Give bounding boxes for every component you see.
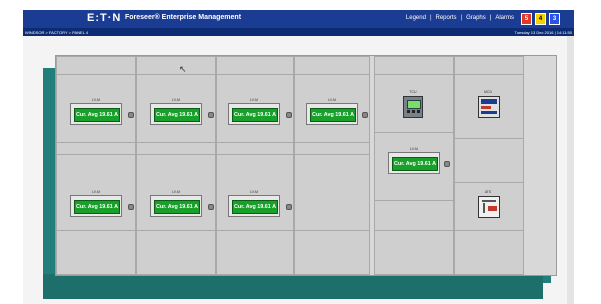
compartment-divider: [454, 182, 524, 183]
switch-icon[interactable]: [478, 196, 500, 218]
breadcrumb[interactable]: WINDSOR > FACTORY > PANEL 4: [25, 30, 88, 35]
meter-label: LV-M: [250, 98, 258, 102]
compartment-divider: [454, 138, 524, 139]
relay-button: [412, 110, 415, 113]
meter-value: Cur. Avg 19.61 A: [232, 108, 278, 122]
right-gutter: [567, 36, 574, 304]
section-3: [216, 56, 294, 275]
status-indicator[interactable]: [208, 204, 214, 210]
meter-label: LV-M: [92, 98, 100, 102]
meter-label: LV-M: [92, 190, 100, 194]
panel-header: [481, 99, 497, 104]
switch-block: [488, 206, 497, 211]
meter-value: Cur. Avg 19.61 A: [74, 108, 120, 122]
meter-display[interactable]: Cur. Avg 19.61 A: [388, 152, 440, 174]
meter-value: Cur. Avg 19.61 A: [232, 200, 278, 214]
status-indicator[interactable]: [444, 161, 450, 167]
meter-panel-icon[interactable]: [478, 96, 500, 118]
compartment-divider: [454, 230, 524, 231]
meter-value: Cur. Avg 19.61 A: [74, 200, 120, 214]
panel-bar: [481, 111, 497, 114]
status-indicator[interactable]: [286, 112, 292, 118]
meter-display[interactable]: Cur. Avg 19.61 A: [228, 103, 280, 125]
alarm-count-red[interactable]: 5: [521, 13, 532, 25]
compartment-divider: [374, 74, 524, 75]
meter-display[interactable]: Cur. Avg 19.61 A: [228, 195, 280, 217]
meter-display[interactable]: Cur. Avg 19.61 A: [306, 103, 358, 125]
meter-value: Cur. Avg 19.61 A: [154, 200, 200, 214]
section-6: [454, 56, 524, 275]
meter-label: LV-M: [328, 98, 336, 102]
app-title: Foreseer® Enterprise Management: [125, 14, 242, 21]
switch-line: [482, 200, 496, 202]
datetime: Tuesday 13 Dec 2016 | 14:11:50: [514, 30, 572, 35]
nav-graphs[interactable]: Graphs: [466, 15, 486, 21]
panel-bar: [481, 106, 491, 109]
nav-legend[interactable]: Legend: [406, 15, 426, 21]
meter-value: Cur. Avg 19.61 A: [310, 108, 356, 122]
nav-alarms[interactable]: Alarms: [495, 15, 514, 21]
compartment-divider: [56, 154, 370, 155]
header-bar: E:T·N Foreseer® Enterprise Management Le…: [23, 10, 574, 28]
nav-separator: |: [460, 15, 463, 21]
relay-button: [417, 110, 420, 113]
relay-button: [407, 110, 410, 113]
compartment-divider: [56, 74, 370, 75]
meter-display[interactable]: Cur. Avg 19.61 A: [150, 195, 202, 217]
compartment-divider: [374, 132, 454, 133]
lineup-body: LV-M Cur. Avg 19.61 A LV-M Cur. Avg 19.6…: [55, 55, 557, 276]
device-label: ATS: [484, 190, 492, 194]
meter-value: Cur. Avg 19.61 A: [392, 157, 438, 171]
sub-header-bar: WINDSOR > FACTORY > PANEL 4 Tuesday 13 D…: [23, 28, 574, 36]
compartment-divider: [56, 230, 370, 231]
meter-value: Cur. Avg 19.61 A: [154, 108, 200, 122]
lineup-base-front: [43, 274, 543, 299]
meter-display[interactable]: Cur. Avg 19.61 A: [70, 195, 122, 217]
mouse-pointer-icon: ↖: [179, 64, 187, 74]
nav-separator: |: [489, 15, 492, 21]
eaton-logo: E:T·N: [87, 12, 122, 24]
compartment-divider: [374, 230, 454, 231]
meter-label: LV-M: [172, 98, 180, 102]
device-label: MCD: [484, 90, 492, 94]
device-label: TCU: [409, 90, 417, 94]
meter-display[interactable]: Cur. Avg 19.61 A: [70, 103, 122, 125]
switchgear-lineup: LV-M Cur. Avg 19.61 A LV-M Cur. Avg 19.6…: [43, 52, 566, 299]
meter-label: LV-M: [410, 147, 418, 151]
status-indicator[interactable]: [128, 204, 134, 210]
status-indicator[interactable]: [362, 112, 368, 118]
alarm-count-blue[interactable]: 3: [549, 13, 560, 25]
compartment-divider: [56, 142, 370, 143]
nav-reports[interactable]: Reports: [436, 15, 457, 21]
app-window: E:T·N Foreseer® Enterprise Management Le…: [23, 10, 574, 304]
status-indicator[interactable]: [128, 112, 134, 118]
meter-display[interactable]: Cur. Avg 19.61 A: [150, 103, 202, 125]
relay-icon[interactable]: [403, 96, 423, 118]
nav-separator: |: [429, 15, 432, 21]
status-indicator[interactable]: [286, 204, 292, 210]
meter-label: LV-M: [250, 190, 258, 194]
meter-label: LV-M: [172, 190, 180, 194]
section-1: [56, 56, 136, 275]
status-indicator[interactable]: [208, 112, 214, 118]
alarm-count-yellow[interactable]: 4: [535, 13, 546, 25]
section-2: [136, 56, 216, 275]
relay-screen: [407, 100, 421, 109]
switch-line: [483, 203, 485, 213]
compartment-divider: [374, 200, 454, 201]
section-4: [294, 56, 370, 275]
nav-links: Legend | Reports | Graphs | Alarms: [406, 15, 514, 21]
